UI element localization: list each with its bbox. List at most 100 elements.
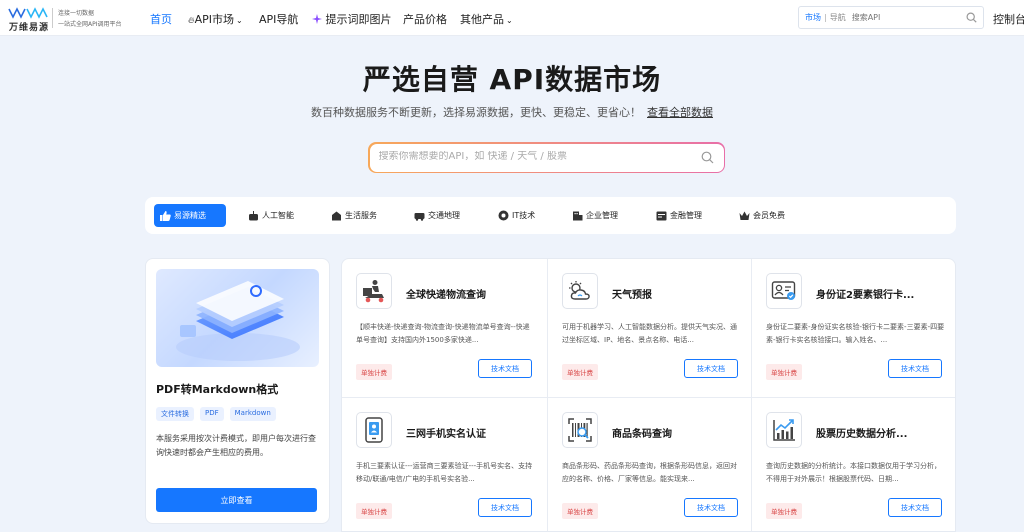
feature-image — [156, 269, 319, 367]
api-card-id-bank[interactable]: 身份证2要素银行卡... 身份证二要素-身份证实名核验-银行卡二要素-三要素-四… — [752, 259, 955, 397]
api-card-mobile-auth[interactable]: 三网手机实名认证 手机三要素认证---运营商三要素验证---手机号实名、支持移动… — [342, 398, 546, 531]
search-scope-market[interactable]: 市场 — [805, 12, 821, 23]
fire-icon: 🔥︎ — [188, 16, 195, 26]
tech-doc-button[interactable]: 技术文档 — [478, 359, 532, 378]
nav-other-products[interactable]: 其他产品 ⌄ — [460, 11, 513, 27]
search-icon[interactable] — [966, 12, 977, 23]
tab-enterprise-label: 企业管理 — [586, 211, 618, 220]
sparkle-icon — [312, 14, 322, 24]
api-card-express[interactable]: 全球快递物流查询 【顺丰快递-快递查询-物流查询-快递物流单号查询--快递单号查… — [342, 259, 546, 397]
tech-doc-button[interactable]: 技术文档 — [888, 498, 942, 517]
weather-icon — [562, 273, 598, 309]
view-all-link[interactable]: 查看全部数据 — [647, 106, 713, 119]
api-card-title[interactable]: 三网手机实名认证 — [406, 425, 486, 440]
feature-tag: 文件转换 — [156, 407, 194, 421]
logo[interactable]: 万维易源 连接一切数据 一站式全网API调用平台 — [8, 5, 136, 33]
feature-tags: 文件转换 PDF Markdown — [156, 407, 276, 421]
logo-slogan-sub: 一站式全网API调用平台 — [58, 21, 122, 28]
crown-icon — [739, 211, 750, 220]
nav-pricing[interactable]: 产品价格 — [403, 11, 447, 27]
top-nav: 万维易源 连接一切数据 一站式全网API调用平台 首页 🔥︎API市场 ⌄ API… — [0, 0, 1024, 36]
tech-doc-button[interactable]: 技术文档 — [684, 359, 738, 378]
feature-description: 本服务采用按次计费模式，即用户每次进行查询快速时都会产生相应的费用。 — [156, 434, 316, 457]
phone-icon — [356, 412, 392, 448]
traffic-icon — [414, 212, 425, 221]
api-card-barcode[interactable]: 商品条码查询 商品条形码、药品条形码查询，根据条形码信息，返回对应的名称、价格、… — [548, 398, 752, 531]
console-link[interactable]: 控制台 — [993, 11, 1024, 27]
tab-it-tech-label: IT技术 — [512, 211, 536, 220]
tab-member-free-label: 会员免费 — [753, 211, 785, 220]
chevron-down-icon: ⌄ — [236, 16, 243, 25]
hero-subtitle: 数百种数据服务不断更新，选择易源数据，更快、更稳定、更省心！ 查看全部数据 — [0, 104, 1024, 120]
logo-slogan: 连接一切数据 — [58, 10, 95, 17]
billing-badge: 单独计费 — [766, 364, 802, 380]
search-scope-guide[interactable]: 导航 — [830, 12, 846, 23]
api-grid: 全球快递物流查询 【顺丰快递-快递查询-物流查询-快递物流单号查询--快递单号查… — [341, 258, 956, 532]
hero-search-input[interactable] — [378, 150, 679, 162]
api-card-title[interactable]: 股票历史数据分析... — [816, 425, 907, 440]
api-card-description: 商品条形码、药品条形码查询，根据条形码信息，返回对应的名称、价格、厂家等信息。能… — [562, 462, 737, 483]
logo-brand: 万维易源 — [9, 23, 50, 33]
api-card-title[interactable]: 商品条码查询 — [612, 425, 672, 440]
billing-badge: 单独计费 — [356, 503, 392, 519]
hero-title: 严选自营 API数据市场 — [362, 63, 662, 96]
tab-traffic-geo[interactable]: 交通地理 — [408, 204, 466, 227]
tab-life-service-label: 生活服务 — [345, 211, 377, 220]
tab-featured[interactable]: 易源精选 — [154, 204, 226, 227]
feature-title: PDF转Markdown格式 — [156, 383, 279, 396]
nav-api-market[interactable]: 🔥︎API市场 ⌄ — [188, 11, 243, 27]
tab-member-free[interactable]: 会员免费 — [733, 204, 791, 227]
logo-mark-icon — [8, 7, 48, 19]
hero-search — [368, 142, 725, 173]
api-card-description: 可用于机器学习、人工智能数据分析。提供天气实况、通过坐标区域、IP、地名、景点名… — [562, 323, 737, 344]
search-icon[interactable] — [701, 151, 714, 164]
it-icon — [498, 210, 509, 221]
tab-finance[interactable]: 金融管理 — [650, 204, 708, 227]
tab-enterprise[interactable]: 企业管理 — [566, 204, 624, 227]
nav-search[interactable]: 市场 | 导航 — [798, 6, 984, 29]
ai-icon — [249, 210, 258, 220]
id-card-icon — [766, 273, 802, 309]
billing-badge: 单独计费 — [562, 503, 598, 519]
api-card-description: 查询历史数据的分析统计。本接口数据仅用于学习分析，不得用于对外展示！根据股票代码… — [766, 462, 941, 483]
thumbs-up-icon — [160, 210, 171, 221]
api-card-title[interactable]: 全球快递物流查询 — [406, 286, 486, 301]
nav-home[interactable]: 首页 — [150, 11, 172, 27]
api-card-description: 【顺丰快递-快递查询-物流查询-快递物流单号查询--快递单号查询】支持国内外15… — [356, 323, 530, 344]
tech-doc-button[interactable]: 技术文档 — [478, 498, 532, 517]
chevron-down-icon: ⌄ — [506, 16, 513, 25]
api-card-weather[interactable]: 天气预报 可用于机器学习、人工智能数据分析。提供天气实况、通过坐标区域、IP、地… — [548, 259, 752, 397]
feature-tag: PDF — [200, 407, 224, 421]
api-card-title[interactable]: 天气预报 — [612, 286, 652, 301]
nav-prompt-image-label: 提示词即图片 — [325, 13, 392, 26]
hero-subtitle-text: 数百种数据服务不断更新，选择易源数据，更快、更稳定、更省心！ — [311, 106, 641, 119]
billing-badge: 单独计费 — [766, 503, 802, 519]
nav-api-market-label: API市场 — [194, 13, 235, 26]
tech-doc-button[interactable]: 技术文档 — [888, 359, 942, 378]
barcode-icon — [562, 412, 598, 448]
nav-search-input[interactable] — [851, 13, 962, 22]
logo-divider — [52, 8, 53, 28]
billing-badge: 单独计费 — [562, 364, 598, 380]
tab-life-service[interactable]: 生活服务 — [325, 204, 383, 227]
tab-featured-label: 易源精选 — [174, 211, 206, 220]
search-scope-divider: | — [824, 13, 827, 22]
tab-finance-label: 金融管理 — [670, 211, 702, 220]
tech-doc-button[interactable]: 技术文档 — [684, 498, 738, 517]
nav-prompt-image[interactable]: 提示词即图片 — [312, 11, 392, 27]
stock-chart-icon — [766, 412, 802, 448]
tab-ai[interactable]: 人工智能 — [242, 204, 300, 227]
feature-card[interactable]: PDF转Markdown格式 文件转换 PDF Markdown 本服务采用按次… — [145, 258, 330, 524]
hero-search-box — [369, 143, 724, 172]
category-bar: 易源精选 人工智能 生活服务 交通地理 IT技术 企业管理 金融管理 会员免费 — [145, 197, 956, 234]
view-now-button[interactable]: 立即查看 — [156, 488, 317, 512]
api-card-description: 手机三要素认证---运营商三要素验证---手机号实名、支持移动/联通/电信/广电… — [356, 462, 533, 483]
delivery-icon — [356, 273, 392, 309]
api-card-stock-history[interactable]: 股票历史数据分析... 查询历史数据的分析统计。本接口数据仅用于学习分析，不得用… — [752, 398, 955, 531]
life-icon — [332, 211, 341, 220]
nav-api-guide[interactable]: API导航 — [259, 11, 298, 27]
api-card-title[interactable]: 身份证2要素银行卡... — [816, 286, 914, 301]
enterprise-icon — [573, 211, 583, 220]
tab-it-tech[interactable]: IT技术 — [492, 204, 541, 227]
tab-traffic-geo-label: 交通地理 — [428, 211, 460, 220]
